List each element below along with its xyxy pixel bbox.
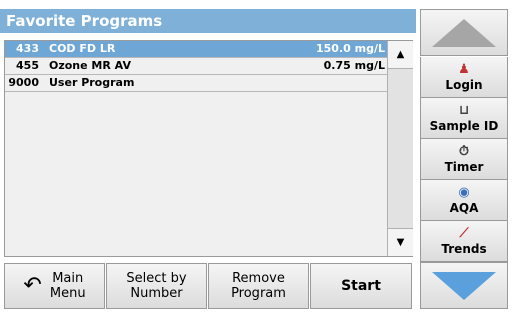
remove-program-label: Remove Program [231, 271, 286, 301]
scroll-down-button[interactable]: ▼ [388, 228, 413, 256]
program-rows: 433 COD FD LR 150.0 mg/L 455 Ozone MR AV… [5, 41, 387, 92]
side-panel: ♟ Login ⊔ Sample ID ⏱ Timer ◉ AQA ⟋ Tren… [420, 9, 508, 309]
list-item[interactable]: 9000 User Program [5, 75, 387, 92]
sample-id-button[interactable]: ⊔ Sample ID [420, 98, 508, 139]
main-menu-button[interactable]: ↶ Main Menu [4, 263, 105, 309]
timer-button[interactable]: ⏱ Timer [420, 139, 508, 180]
timer-label: Timer [444, 160, 484, 174]
program-number: 455 [16, 59, 39, 72]
program-list: 433 COD FD LR 150.0 mg/L 455 Ozone MR AV… [4, 40, 413, 257]
aqa-icon: ◉ [458, 185, 470, 200]
aqa-button[interactable]: ◉ AQA [420, 180, 508, 221]
login-button[interactable]: ♟ Login [420, 57, 508, 98]
person-icon: ♟ [458, 62, 470, 77]
bottom-toolbar: ↶ Main Menu Select by Number Remove Prog… [4, 263, 416, 309]
list-item[interactable]: 455 Ozone MR AV 0.75 mg/L [5, 58, 387, 75]
main-menu-label: Main Menu [49, 271, 86, 301]
timer-icon: ⏱ [458, 144, 470, 159]
trends-label: Trends [441, 242, 487, 256]
trend-chart-icon: ⟋ [459, 226, 469, 241]
triangle-down-icon: ▼ [396, 237, 405, 248]
list-item[interactable]: 433 COD FD LR 150.0 mg/L [5, 41, 387, 58]
arrow-up-icon [432, 18, 496, 47]
arrow-down-icon [432, 271, 496, 300]
sample-id-label: Sample ID [429, 119, 499, 133]
aqa-label: AQA [449, 201, 479, 215]
login-label: Login [445, 78, 483, 92]
start-button[interactable]: Start [310, 263, 412, 309]
program-number: 9000 [8, 76, 39, 89]
program-value: 150.0 mg/L [316, 42, 385, 55]
page-title: Favorite Programs [0, 9, 416, 33]
page-down-button[interactable] [420, 262, 508, 309]
select-by-number-label: Select by Number [126, 271, 187, 301]
triangle-up-icon: ▲ [396, 49, 405, 60]
program-value: 0.75 mg/L [323, 59, 385, 72]
program-name: COD FD LR [49, 42, 116, 55]
back-arrow-icon: ↶ [23, 273, 42, 298]
select-by-number-button[interactable]: Select by Number [106, 263, 207, 309]
program-name: Ozone MR AV [49, 59, 131, 72]
program-number: 433 [16, 42, 39, 55]
remove-program-button[interactable]: Remove Program [208, 263, 309, 309]
scroll-up-button[interactable]: ▲ [388, 41, 413, 69]
list-scrollbar[interactable]: ▲ ▼ [387, 41, 413, 256]
start-label: Start [341, 277, 381, 294]
program-name: User Program [49, 76, 135, 89]
page-up-button[interactable] [420, 9, 508, 56]
trends-button[interactable]: ⟋ Trends [420, 221, 508, 262]
vial-icon: ⊔ [458, 103, 470, 118]
